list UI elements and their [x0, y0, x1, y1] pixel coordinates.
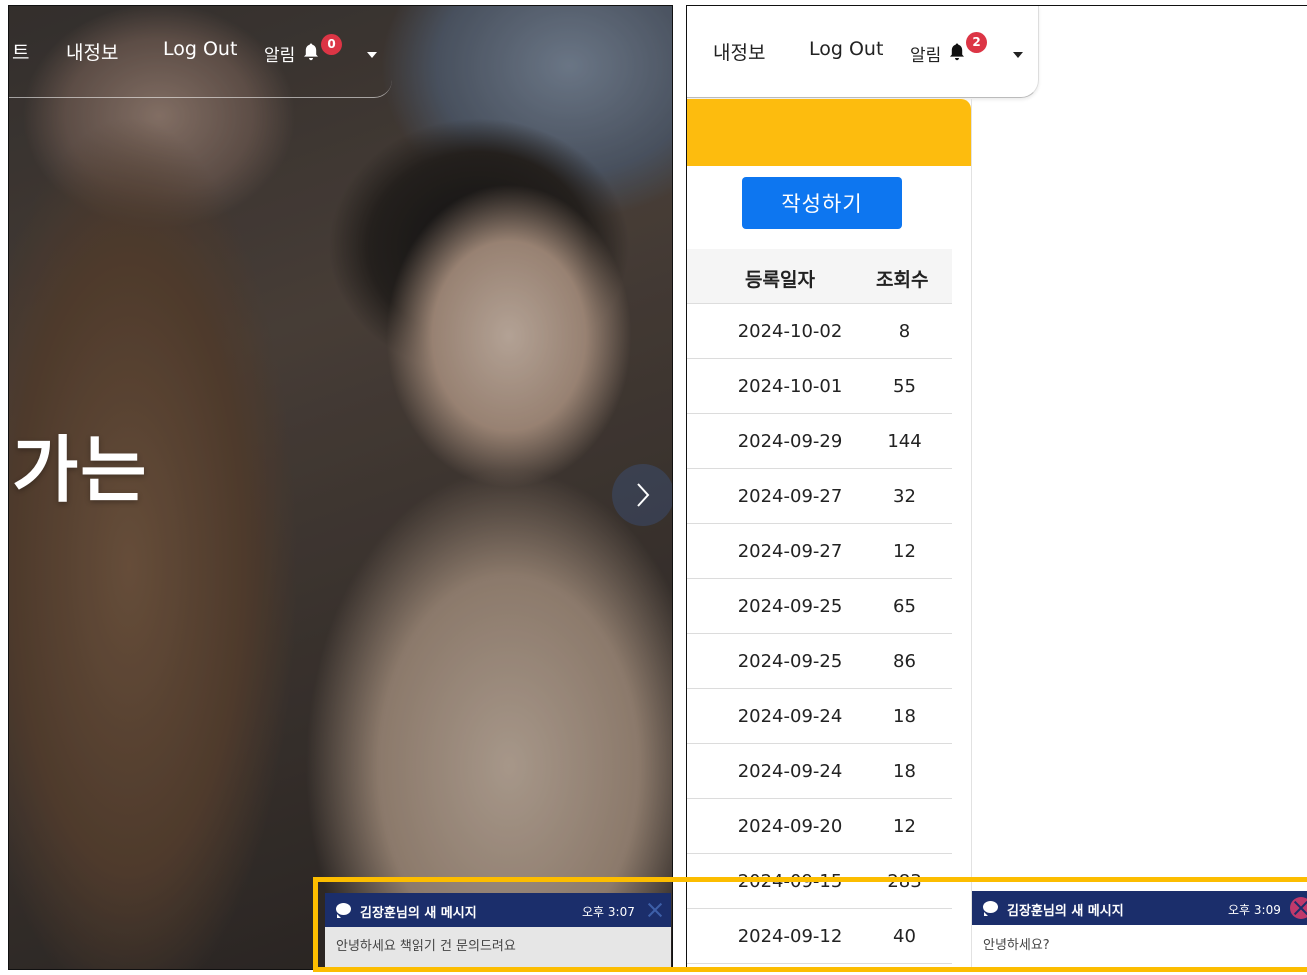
close-icon[interactable] — [646, 901, 664, 919]
close-button[interactable] — [1290, 897, 1307, 919]
toast-title: 김장훈님의 새 메시지 — [1007, 904, 1124, 919]
row-views: 86 — [893, 651, 916, 672]
row-date: 2024-09-25 — [737, 651, 843, 672]
nav-my-info-link[interactable]: 내정보 — [66, 38, 118, 65]
row-views: 55 — [893, 376, 916, 397]
table-body: 2024-10-02 8 2024-10-01 55 2024-09-29 144 2024… — [687, 304, 952, 964]
close-icon — [1292, 899, 1307, 917]
row-date: 2024-09-24 — [737, 706, 843, 727]
row-date: 2024-09-27 — [737, 486, 843, 507]
chat-notification-toast-2[interactable]: 김장훈님의 새 메시지 오후 3:09 안녕하세요? — [972, 891, 1307, 967]
left-window-hero: 트 내정보 Log Out 알림 0 가는 — [8, 5, 673, 970]
table-row[interactable]: 2024-09-25 86 — [687, 634, 952, 689]
nav-my-info-link[interactable]: 내정보 — [713, 38, 765, 65]
column-header-views[interactable]: 조회수 — [876, 265, 928, 292]
chat-notification-toast-1[interactable]: 김장훈님의 새 메시지 오후 3:07 안녕하세요 책읽기 건 문의드려요 — [325, 893, 671, 967]
board-table: 등록일자 조회수 2024-10-02 8 2024-10-01 55 2024-09-… — [687, 249, 952, 964]
board-card: 작성하기 등록일자 조회수 2024-10-02 8 2024-10-01 55 202… — [687, 99, 972, 970]
table-row[interactable]: 2024-10-01 55 — [687, 359, 952, 414]
alarm-count-badge: 2 — [966, 32, 987, 53]
hero-headline: 가는 — [12, 428, 149, 512]
left-top-nav: 트 내정보 Log Out 알림 0 — [9, 6, 392, 98]
row-views: 18 — [893, 706, 916, 727]
row-views: 12 — [893, 816, 916, 837]
write-post-button[interactable]: 작성하기 — [742, 177, 902, 229]
dropdown-caret-icon[interactable] — [367, 52, 377, 58]
row-date: 2024-10-01 — [737, 376, 843, 397]
row-views: 12 — [893, 541, 916, 562]
table-row[interactable]: 2024-09-27 32 — [687, 469, 952, 524]
bell-icon[interactable] — [949, 43, 965, 61]
board-card-header — [687, 99, 971, 166]
toast-message: 안녕하세요 책읽기 건 문의드려요 — [325, 927, 671, 967]
row-views: 18 — [893, 761, 916, 782]
right-window-board: 내정보 Log Out 알림 2 작성하기 등록일자 조회수 2024-10-0… — [686, 5, 1307, 970]
nav-logout-link[interactable]: Log Out — [809, 38, 883, 60]
table-row[interactable]: 2024-10-02 8 — [687, 304, 952, 359]
carousel-next-button[interactable] — [612, 464, 672, 526]
row-date: 2024-09-27 — [737, 541, 843, 562]
toast-title: 김장훈님의 새 메시지 — [360, 906, 477, 921]
chevron-right-icon — [637, 483, 650, 507]
right-top-nav: 내정보 Log Out 알림 2 — [687, 6, 1039, 98]
row-views: 32 — [893, 486, 916, 507]
toast-time: 오후 3:09 — [1228, 903, 1281, 917]
dropdown-caret-icon[interactable] — [1013, 52, 1023, 58]
table-row[interactable]: 2024-09-24 18 — [687, 744, 952, 799]
table-row[interactable]: 2024-09-27 12 — [687, 524, 952, 579]
nav-alarm-label[interactable]: 알림 — [910, 41, 941, 66]
row-date: 2024-09-24 — [737, 761, 843, 782]
nav-alarm-label[interactable]: 알림 — [264, 41, 295, 66]
row-views: 65 — [893, 596, 916, 617]
nav-logout-link[interactable]: Log Out — [163, 38, 237, 60]
table-row[interactable]: 2024-09-25 65 — [687, 579, 952, 634]
row-views: 8 — [898, 321, 911, 342]
row-views: 144 — [887, 431, 922, 452]
row-date: 2024-09-25 — [737, 596, 843, 617]
table-row[interactable]: 2024-09-29 144 — [687, 414, 952, 469]
row-date: 2024-09-29 — [737, 431, 843, 452]
toast-header: 김장훈님의 새 메시지 오후 3:09 — [972, 891, 1307, 925]
table-row[interactable]: 2024-09-24 18 — [687, 689, 952, 744]
toast-time: 오후 3:07 — [582, 905, 635, 919]
column-header-date[interactable]: 등록일자 — [745, 265, 815, 292]
row-date: 2024-10-02 — [737, 321, 843, 342]
table-header-row: 등록일자 조회수 — [687, 249, 952, 304]
table-row[interactable]: 2024-09-20 12 — [687, 799, 952, 854]
row-date: 2024-09-20 — [737, 816, 843, 837]
nav-item-partial[interactable]: 트 — [12, 38, 29, 65]
chat-bubble-icon — [983, 901, 998, 916]
bell-icon[interactable] — [303, 43, 319, 61]
chat-bubble-icon — [336, 903, 351, 918]
toast-message: 안녕하세요? — [972, 925, 1307, 967]
alarm-count-badge: 0 — [321, 34, 342, 55]
toast-header: 김장훈님의 새 메시지 오후 3:07 — [325, 893, 671, 927]
